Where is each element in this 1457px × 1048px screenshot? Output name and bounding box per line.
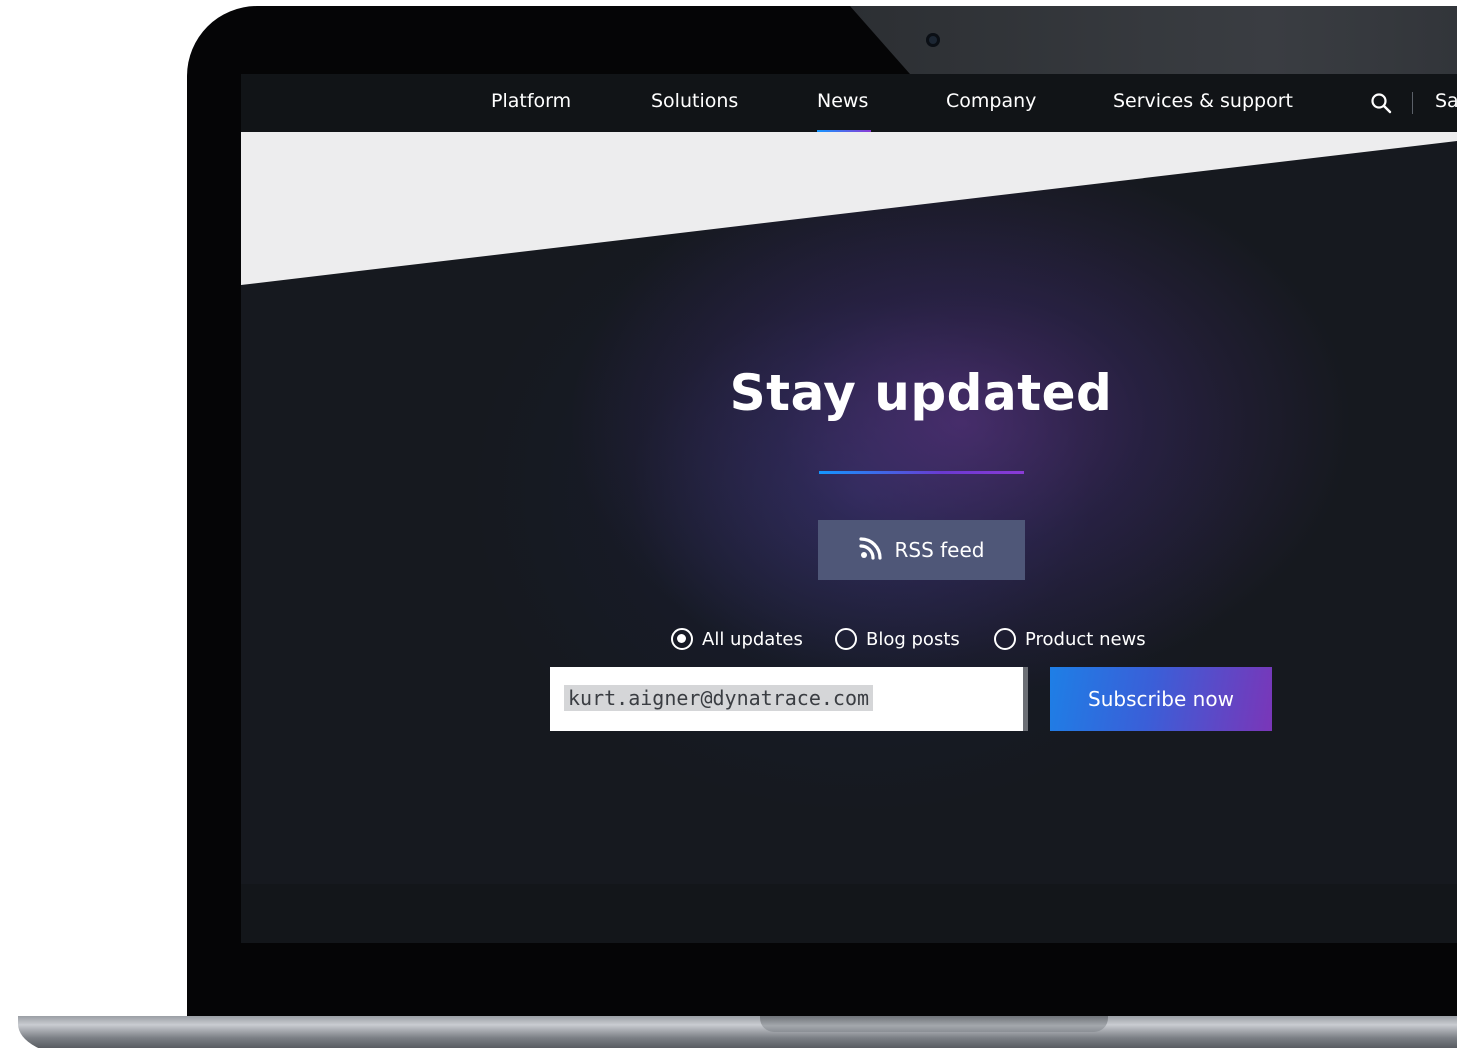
search-icon[interactable] — [1370, 92, 1392, 114]
radio-label-all-updates: All updates — [702, 628, 803, 650]
laptop-screen: Platform Solutions News Company Services… — [241, 74, 1457, 943]
bezel-reflection — [850, 6, 1457, 74]
webcam-icon — [926, 33, 940, 47]
page-title: Stay updated — [729, 364, 1113, 422]
stay-updated-section: Stay updated RSS feed All updates Blog p… — [241, 132, 1457, 884]
rss-feed-button[interactable]: RSS feed — [818, 520, 1025, 580]
radio-blog-posts[interactable]: Blog posts — [835, 624, 960, 654]
nav-item-platform[interactable]: Platform — [491, 90, 571, 112]
rss-icon — [858, 536, 883, 564]
laptop-base — [18, 1016, 1457, 1048]
radio-all-updates[interactable]: All updates — [671, 624, 803, 654]
nav-item-sales[interactable]: Sa — [1435, 90, 1457, 112]
radio-label-blog-posts: Blog posts — [866, 628, 960, 650]
footer-band — [241, 884, 1457, 943]
nav-item-services-support[interactable]: Services & support — [1113, 90, 1293, 112]
nav-divider — [1412, 92, 1413, 114]
radio-unchecked-icon[interactable] — [835, 628, 857, 650]
radio-unchecked-icon[interactable] — [994, 628, 1016, 650]
nav-item-company[interactable]: Company — [946, 90, 1036, 112]
title-underline — [819, 471, 1024, 474]
email-field-value: kurt.aigner@dynatrace.com — [564, 685, 874, 711]
nav-item-solutions[interactable]: Solutions — [651, 90, 738, 112]
nav-item-news[interactable]: News — [817, 90, 868, 112]
top-navigation: Platform Solutions News Company Services… — [241, 74, 1457, 132]
subscribe-button[interactable]: Subscribe now — [1050, 667, 1272, 731]
radio-checked-icon[interactable] — [671, 628, 693, 650]
laptop-mockup: Platform Solutions News Company Services… — [0, 0, 1457, 1048]
radio-label-product-news: Product news — [1025, 628, 1146, 650]
radio-product-news[interactable]: Product news — [994, 624, 1146, 654]
laptop-hinge-notch — [760, 1016, 1108, 1032]
diagonal-light-band — [241, 132, 1457, 285]
rss-feed-label: RSS feed — [894, 538, 985, 562]
email-field[interactable]: kurt.aigner@dynatrace.com — [550, 667, 1028, 731]
